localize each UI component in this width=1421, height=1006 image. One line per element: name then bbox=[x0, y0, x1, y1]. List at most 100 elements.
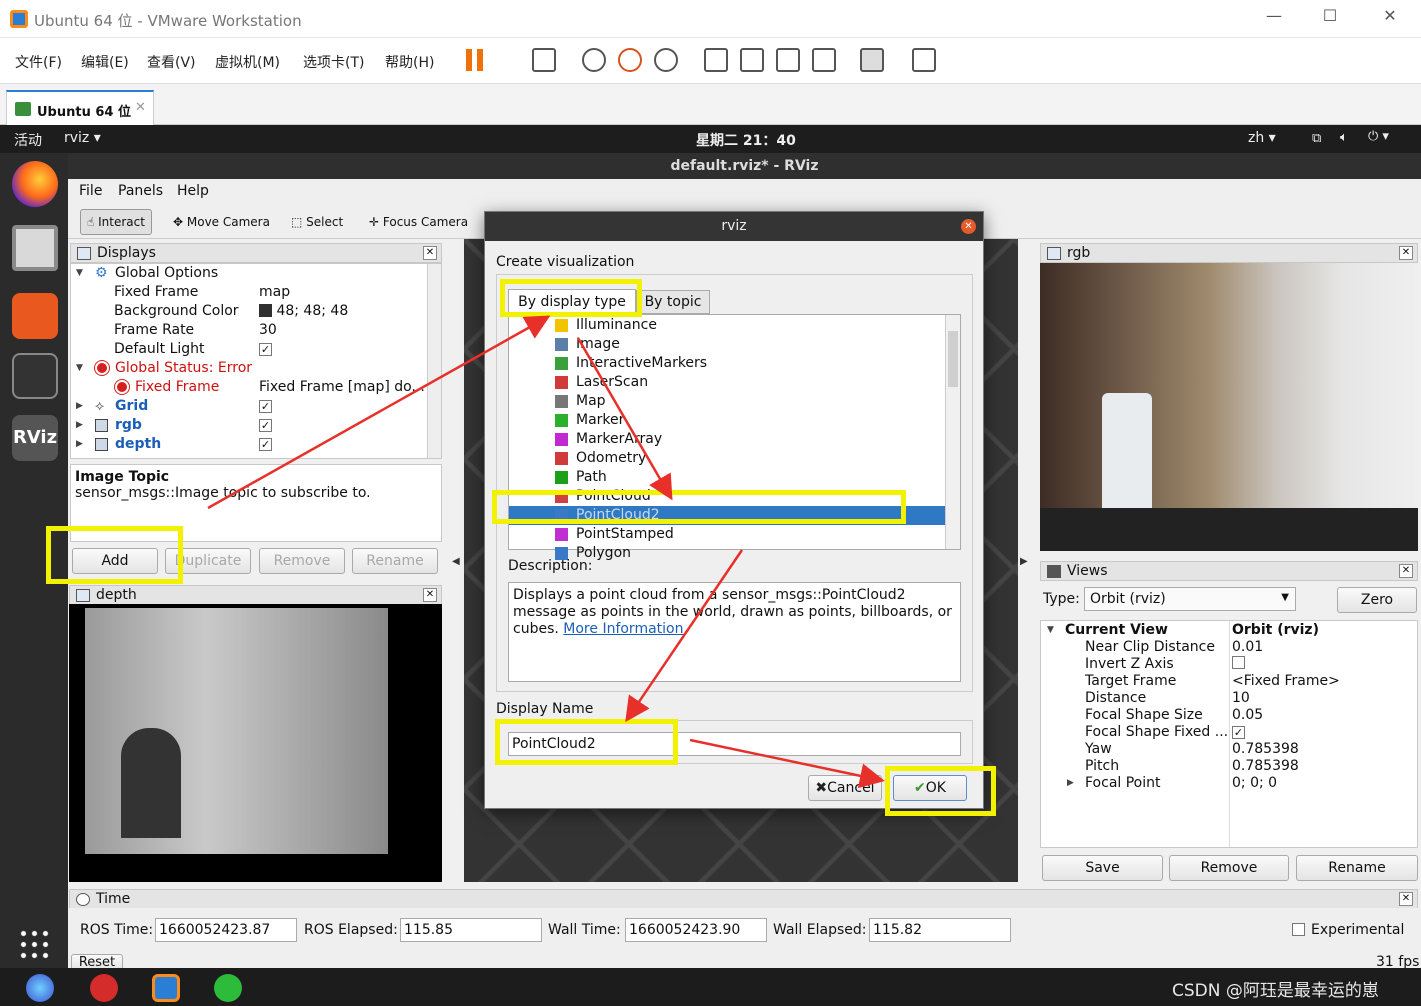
activities-button[interactable]: 活动 bbox=[14, 130, 42, 150]
clock[interactable]: 星期二 21：40 bbox=[696, 130, 796, 150]
menu-file[interactable]: 文件(F) bbox=[15, 52, 62, 72]
tab-close-icon[interactable]: ✕ bbox=[135, 100, 146, 115]
netease-music-icon[interactable] bbox=[90, 974, 118, 1002]
browser-icon[interactable] bbox=[26, 974, 54, 1002]
view-row[interactable]: Near Clip Distance 0.01 bbox=[1041, 639, 1417, 656]
display-type-item[interactable]: Map bbox=[509, 392, 945, 411]
tree-row[interactable]: ▼ Global Status: Error bbox=[71, 359, 427, 378]
terminal-icon[interactable] bbox=[12, 353, 58, 399]
panel-close-icon[interactable]: ✕ bbox=[1399, 564, 1413, 578]
volume-icon[interactable]: 🔈︎ bbox=[1340, 130, 1348, 145]
unity-icon[interactable] bbox=[812, 48, 836, 72]
interact-tool[interactable]: ☝ Interact bbox=[80, 209, 152, 235]
rename-button[interactable]: Rename bbox=[352, 548, 438, 574]
pause-icon[interactable] bbox=[466, 49, 484, 71]
wechat-icon[interactable] bbox=[214, 974, 242, 1002]
minimize-icon[interactable]: — bbox=[1262, 6, 1286, 30]
view-row[interactable]: Yaw 0.785398 bbox=[1041, 741, 1417, 758]
tree-row[interactable]: Default Light ✓ bbox=[71, 340, 427, 359]
color-value[interactable]: 48; 48; 48 bbox=[259, 302, 348, 321]
row-value[interactable]: 0.785398 bbox=[1232, 758, 1299, 775]
close-icon[interactable]: ✕ bbox=[1378, 6, 1402, 30]
rviz-menu-panels[interactable]: Panels bbox=[118, 183, 163, 199]
menu-edit[interactable]: 编辑(E) bbox=[81, 52, 129, 72]
ros-elapsed-field[interactable]: 115.85 bbox=[400, 918, 542, 942]
save-view-button[interactable]: Save bbox=[1042, 855, 1163, 881]
checkbox[interactable] bbox=[1232, 656, 1245, 669]
display-type-item[interactable]: Marker bbox=[509, 411, 945, 430]
view-row[interactable]: Invert Z Axis bbox=[1041, 656, 1417, 673]
app-menu[interactable]: rviz ▾ bbox=[64, 130, 101, 146]
row-value[interactable]: 10 bbox=[1232, 690, 1250, 707]
checkbox[interactable]: ✓ bbox=[259, 400, 272, 413]
tree-scrollbar[interactable] bbox=[427, 264, 441, 458]
view-row[interactable]: ▶ Focal Point 0; 0; 0 bbox=[1041, 775, 1417, 792]
focus-camera-tool[interactable]: ✛ Focus Camera bbox=[362, 209, 475, 235]
remove-button[interactable]: Remove bbox=[259, 548, 345, 574]
more-information-link[interactable]: More Information bbox=[563, 621, 683, 637]
vm-tab[interactable]: Ubuntu 64 位 ✕ bbox=[6, 90, 154, 125]
menu-vm[interactable]: 虚拟机(M) bbox=[215, 52, 280, 72]
view-row[interactable]: Focal Shape Size 0.05 bbox=[1041, 707, 1417, 724]
menu-tabs[interactable]: 选项卡(T) bbox=[303, 52, 364, 72]
maximize-icon[interactable]: ☐ bbox=[1318, 6, 1342, 30]
panel-close-icon[interactable]: ✕ bbox=[423, 246, 437, 260]
view-row[interactable]: ▼ Current View Orbit (rviz) bbox=[1041, 622, 1417, 639]
row-value[interactable]: 30 bbox=[259, 321, 277, 340]
row-value[interactable]: 0.785398 bbox=[1232, 741, 1299, 758]
menu-help[interactable]: 帮助(H) bbox=[385, 52, 434, 72]
input-method[interactable]: zh ▾ bbox=[1248, 130, 1276, 146]
view-row[interactable]: Distance 10 bbox=[1041, 690, 1417, 707]
panel-close-icon[interactable]: ✕ bbox=[423, 588, 437, 602]
menu-view[interactable]: 查看(V) bbox=[147, 52, 196, 72]
panel-close-icon[interactable]: ✕ bbox=[1399, 892, 1413, 906]
tree-row[interactable]: ▶ rgb ✓ bbox=[71, 416, 427, 435]
row-value[interactable]: map bbox=[259, 283, 290, 302]
firefox-icon[interactable] bbox=[12, 161, 58, 207]
terminal-view-icon[interactable] bbox=[860, 48, 884, 72]
row-value[interactable]: 0.05 bbox=[1232, 707, 1263, 724]
wall-time-field[interactable]: 1660052423.90 bbox=[625, 918, 767, 942]
rename-view-button[interactable]: Rename bbox=[1296, 855, 1418, 881]
ros-time-field[interactable]: 1660052423.87 bbox=[155, 918, 297, 942]
send-ctrl-alt-del-icon[interactable] bbox=[532, 48, 556, 72]
view-type-select[interactable]: Orbit (rviz) ▼ bbox=[1084, 587, 1296, 611]
display-type-item[interactable]: Odometry bbox=[509, 449, 945, 468]
tree-row[interactable]: Fixed Frame map bbox=[71, 283, 427, 302]
panel-close-icon[interactable]: ✕ bbox=[1399, 246, 1413, 260]
dialog-close-icon[interactable]: ✕ bbox=[961, 219, 976, 234]
console-view-icon[interactable] bbox=[740, 48, 764, 72]
rviz-menu-help[interactable]: Help bbox=[177, 183, 209, 199]
display-type-item[interactable]: MarkerArray bbox=[509, 430, 945, 449]
power-icon[interactable]: ⏻ ▾ bbox=[1368, 129, 1389, 144]
remove-view-button[interactable]: Remove bbox=[1169, 855, 1289, 881]
view-row[interactable]: Focal Shape Fixed ... ✓ bbox=[1041, 724, 1417, 741]
files-icon[interactable] bbox=[12, 225, 58, 271]
tree-row[interactable]: Frame Rate 30 bbox=[71, 321, 427, 340]
rviz-menu-file[interactable]: File bbox=[79, 183, 102, 199]
software-icon[interactable] bbox=[12, 293, 58, 339]
tree-row[interactable]: ▶ ⟡ Grid ✓ bbox=[71, 397, 427, 416]
snapshot-manager-icon[interactable] bbox=[654, 48, 678, 72]
collapse-left-icon[interactable]: ◀ bbox=[452, 556, 460, 567]
display-type-item[interactable]: PointStamped bbox=[509, 525, 945, 544]
snapshot-icon[interactable] bbox=[582, 48, 606, 72]
display-type-item[interactable]: InteractiveMarkers bbox=[509, 354, 945, 373]
display-type-item[interactable]: Path bbox=[509, 468, 945, 487]
revert-snapshot-icon[interactable] bbox=[618, 48, 642, 72]
display-type-item[interactable]: LaserScan bbox=[509, 373, 945, 392]
fullscreen-icon[interactable] bbox=[776, 48, 800, 72]
show-apps-icon[interactable] bbox=[18, 928, 52, 962]
checkbox[interactable]: ✓ bbox=[1232, 726, 1245, 739]
wall-elapsed-field[interactable]: 115.82 bbox=[869, 918, 1011, 942]
list-scrollbar[interactable] bbox=[945, 315, 960, 549]
tab-by-topic[interactable]: By topic bbox=[636, 290, 710, 314]
row-value[interactable]: 0; 0; 0 bbox=[1232, 775, 1277, 792]
rviz-icon[interactable]: RViz bbox=[12, 415, 58, 461]
tree-row[interactable]: ▶ depth ✓ bbox=[71, 435, 427, 454]
display-type-item[interactable]: Image bbox=[509, 335, 945, 354]
tree-row[interactable]: ▼ ⚙ Global Options bbox=[71, 264, 427, 283]
select-tool[interactable]: ⬚ Select bbox=[284, 209, 350, 235]
zero-button[interactable]: Zero bbox=[1337, 587, 1417, 613]
row-value[interactable]: 0.01 bbox=[1232, 639, 1263, 656]
